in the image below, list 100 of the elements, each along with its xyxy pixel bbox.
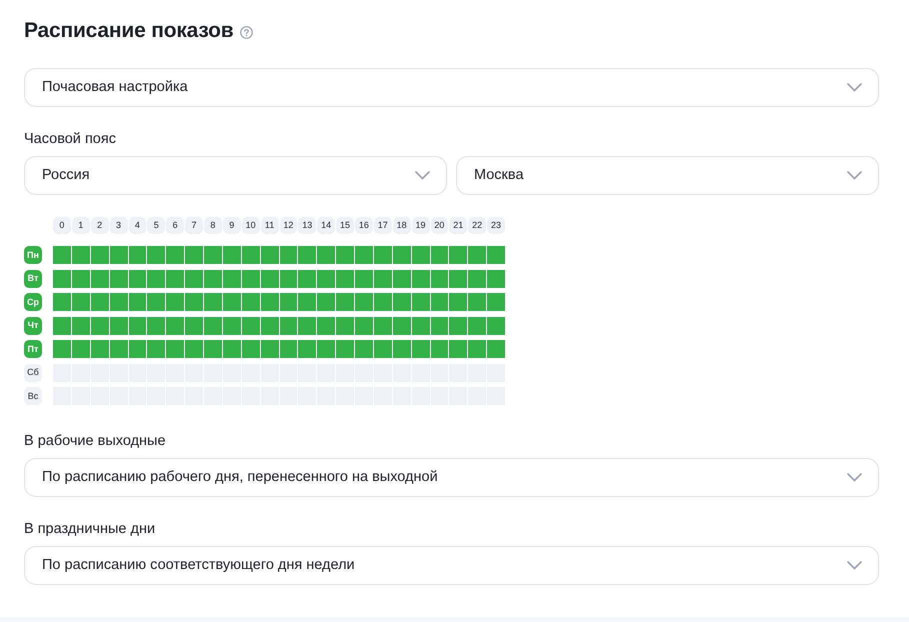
schedule-cell[interactable] <box>166 270 184 288</box>
hour-toggle[interactable]: 8 <box>204 217 222 234</box>
holiday-dropdown[interactable]: По расписанию соответствующего дня недели <box>24 546 879 585</box>
schedule-cell[interactable] <box>487 293 505 311</box>
schedule-cell[interactable] <box>242 246 260 264</box>
schedule-cell[interactable] <box>72 293 90 311</box>
schedule-cell[interactable] <box>204 293 222 311</box>
schedule-cell[interactable] <box>430 316 448 334</box>
schedule-cell[interactable] <box>298 293 316 311</box>
schedule-cell[interactable] <box>222 246 241 264</box>
hour-toggle[interactable]: 19 <box>412 217 430 234</box>
schedule-cell[interactable] <box>412 293 430 311</box>
schedule-cell[interactable] <box>53 316 71 334</box>
schedule-cell[interactable] <box>487 270 505 288</box>
schedule-cell[interactable] <box>260 340 278 358</box>
schedule-cell[interactable] <box>468 246 486 264</box>
schedule-cell[interactable] <box>90 316 109 334</box>
schedule-cell[interactable] <box>374 246 392 264</box>
schedule-cell[interactable] <box>185 270 203 288</box>
schedule-cell[interactable] <box>355 340 373 358</box>
hour-toggle[interactable]: 15 <box>336 217 354 234</box>
schedule-cell[interactable] <box>166 246 184 264</box>
schedule-cell[interactable] <box>166 293 184 311</box>
schedule-cell[interactable] <box>430 340 448 358</box>
hour-toggle[interactable]: 22 <box>468 217 486 234</box>
schedule-cell[interactable] <box>90 270 109 288</box>
schedule-cell[interactable] <box>147 293 166 311</box>
schedule-cell[interactable] <box>317 246 336 264</box>
schedule-cell[interactable] <box>147 340 166 358</box>
mode-dropdown[interactable]: Почасовая настройка <box>24 68 879 107</box>
schedule-cell[interactable] <box>468 293 486 311</box>
schedule-cell[interactable] <box>449 340 468 358</box>
schedule-cell[interactable] <box>374 316 392 334</box>
schedule-cell[interactable] <box>280 270 298 288</box>
schedule-cell[interactable] <box>72 316 90 334</box>
schedule-cell[interactable] <box>336 316 354 334</box>
day-toggle[interactable]: Сб <box>24 364 42 382</box>
hour-toggle[interactable]: 10 <box>242 217 260 234</box>
schedule-cell[interactable] <box>280 340 298 358</box>
schedule-cell[interactable] <box>147 316 166 334</box>
schedule-cell[interactable] <box>374 270 392 288</box>
schedule-cell[interactable] <box>110 270 128 288</box>
schedule-cell[interactable] <box>110 293 128 311</box>
hour-toggle[interactable]: 11 <box>260 217 278 234</box>
hour-toggle[interactable]: 2 <box>90 217 109 234</box>
schedule-cell[interactable] <box>128 293 146 311</box>
schedule-cell[interactable] <box>185 246 203 264</box>
schedule-cell[interactable] <box>260 316 278 334</box>
schedule-cell[interactable] <box>487 340 505 358</box>
weekend-dropdown[interactable]: По расписанию рабочего дня, перенесенного на выходной <box>24 458 879 497</box>
hour-toggle[interactable]: 20 <box>430 217 448 234</box>
schedule-cell[interactable] <box>72 246 90 264</box>
schedule-cell[interactable] <box>468 340 486 358</box>
hour-toggle[interactable]: 12 <box>280 217 298 234</box>
schedule-cell[interactable] <box>317 293 336 311</box>
schedule-cell[interactable] <box>260 246 278 264</box>
schedule-cell[interactable] <box>449 246 468 264</box>
schedule-cell[interactable] <box>166 316 184 334</box>
schedule-cell[interactable] <box>128 340 146 358</box>
country-dropdown[interactable]: Россия <box>24 156 447 195</box>
schedule-cell[interactable] <box>72 270 90 288</box>
hour-toggle[interactable]: 23 <box>487 217 505 234</box>
schedule-cell[interactable] <box>222 293 241 311</box>
schedule-cell[interactable] <box>487 246 505 264</box>
schedule-cell[interactable] <box>128 246 146 264</box>
hour-toggle[interactable]: 7 <box>185 217 203 234</box>
schedule-cell[interactable] <box>412 316 430 334</box>
schedule-cell[interactable] <box>53 340 71 358</box>
schedule-cell[interactable] <box>90 340 109 358</box>
hour-toggle[interactable]: 3 <box>110 217 128 234</box>
schedule-cell[interactable] <box>392 316 411 334</box>
hour-toggle[interactable]: 1 <box>72 217 90 234</box>
schedule-cell[interactable] <box>430 246 448 264</box>
schedule-cell[interactable] <box>392 246 411 264</box>
hour-toggle[interactable]: 16 <box>355 217 373 234</box>
schedule-cell[interactable] <box>222 340 241 358</box>
schedule-cell[interactable] <box>204 246 222 264</box>
schedule-cell[interactable] <box>412 340 430 358</box>
schedule-cell[interactable] <box>128 316 146 334</box>
schedule-cell[interactable] <box>110 316 128 334</box>
schedule-cell[interactable] <box>53 270 71 288</box>
schedule-cell[interactable] <box>90 293 109 311</box>
hour-toggle[interactable]: 17 <box>374 217 392 234</box>
schedule-cell[interactable] <box>449 270 468 288</box>
hour-toggle[interactable]: 5 <box>147 217 166 234</box>
schedule-cell[interactable] <box>222 316 241 334</box>
schedule-cell[interactable] <box>468 270 486 288</box>
schedule-cell[interactable] <box>222 270 241 288</box>
schedule-cell[interactable] <box>392 293 411 311</box>
schedule-cell[interactable] <box>90 246 109 264</box>
schedule-cell[interactable] <box>110 340 128 358</box>
schedule-cell[interactable] <box>336 246 354 264</box>
schedule-cell[interactable] <box>242 270 260 288</box>
schedule-cell[interactable] <box>185 293 203 311</box>
schedule-cell[interactable] <box>430 270 448 288</box>
schedule-cell[interactable] <box>110 246 128 264</box>
schedule-cell[interactable] <box>298 270 316 288</box>
schedule-cell[interactable] <box>392 270 411 288</box>
schedule-cell[interactable] <box>355 270 373 288</box>
hour-toggle[interactable]: 18 <box>392 217 411 234</box>
